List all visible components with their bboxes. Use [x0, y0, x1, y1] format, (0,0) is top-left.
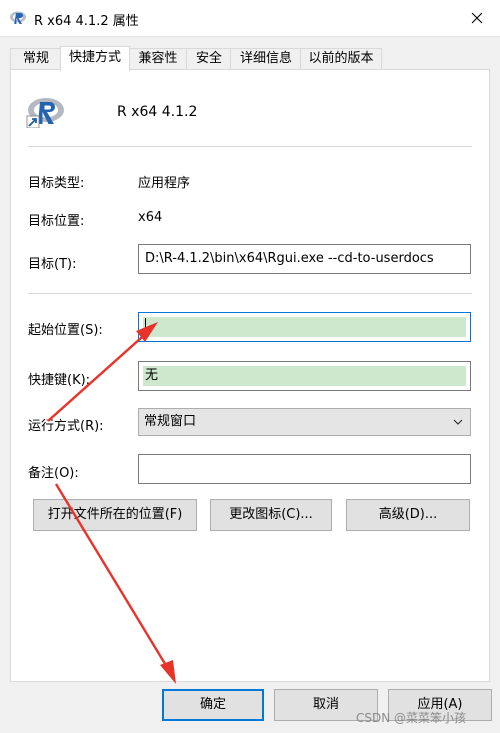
close-icon [471, 12, 483, 24]
run-select-value: 常规窗口 [144, 414, 197, 429]
open-file-location-button[interactable]: 打开文件所在的位置(F) [33, 499, 197, 531]
tab-previous-versions[interactable]: 以前的版本 [300, 48, 382, 69]
ok-button[interactable]: 确定 [162, 689, 264, 721]
tab-security[interactable]: 安全 [186, 48, 232, 69]
tab-shortcut[interactable]: 快捷方式 [60, 46, 130, 71]
title-bar: R x64 4.1.2 属性 [0, 0, 500, 37]
r-logo-icon [26, 98, 64, 128]
watermark: CSDN @菜菜笨小孩 [356, 711, 467, 725]
divider [28, 146, 472, 147]
start-in-label: 起始位置(S): [28, 323, 103, 338]
target-location-label: 目标位置: [28, 214, 85, 229]
target-type-value: 应用程序 [138, 176, 191, 191]
text-caret [145, 318, 146, 336]
shortcut-key-value: 无 [143, 366, 466, 386]
divider [28, 293, 472, 294]
advanced-button[interactable]: 高级(D)... [346, 499, 470, 531]
start-in-value [143, 317, 466, 337]
shortcut-key-input[interactable]: 无 [138, 361, 471, 391]
target-location-value: x64 [138, 210, 163, 225]
target-input[interactable]: D:\R-4.1.2\bin\x64\Rgui.exe --cd-to-user… [138, 244, 471, 274]
shortcut-key-label: 快捷键(K): [28, 373, 91, 388]
tab-general[interactable]: 常规 [10, 48, 62, 69]
tab-details[interactable]: 详细信息 [230, 48, 302, 69]
target-label: 目标(T): [28, 257, 77, 272]
run-select[interactable]: 常规窗口 [138, 408, 471, 436]
chevron-down-icon [453, 419, 463, 425]
start-in-input[interactable] [138, 312, 471, 342]
r-logo-icon [10, 11, 26, 24]
comment-label: 备注(O): [28, 466, 79, 481]
close-button[interactable] [454, 0, 500, 36]
tab-compatibility[interactable]: 兼容性 [128, 48, 188, 69]
run-label: 运行方式(R): [28, 419, 104, 434]
app-name: R x64 4.1.2 [117, 104, 198, 120]
window-title: R x64 4.1.2 属性 [34, 14, 139, 29]
target-type-label: 目标类型: [28, 176, 85, 191]
change-icon-button[interactable]: 更改图标(C)... [210, 499, 332, 531]
comment-input[interactable] [138, 454, 471, 484]
